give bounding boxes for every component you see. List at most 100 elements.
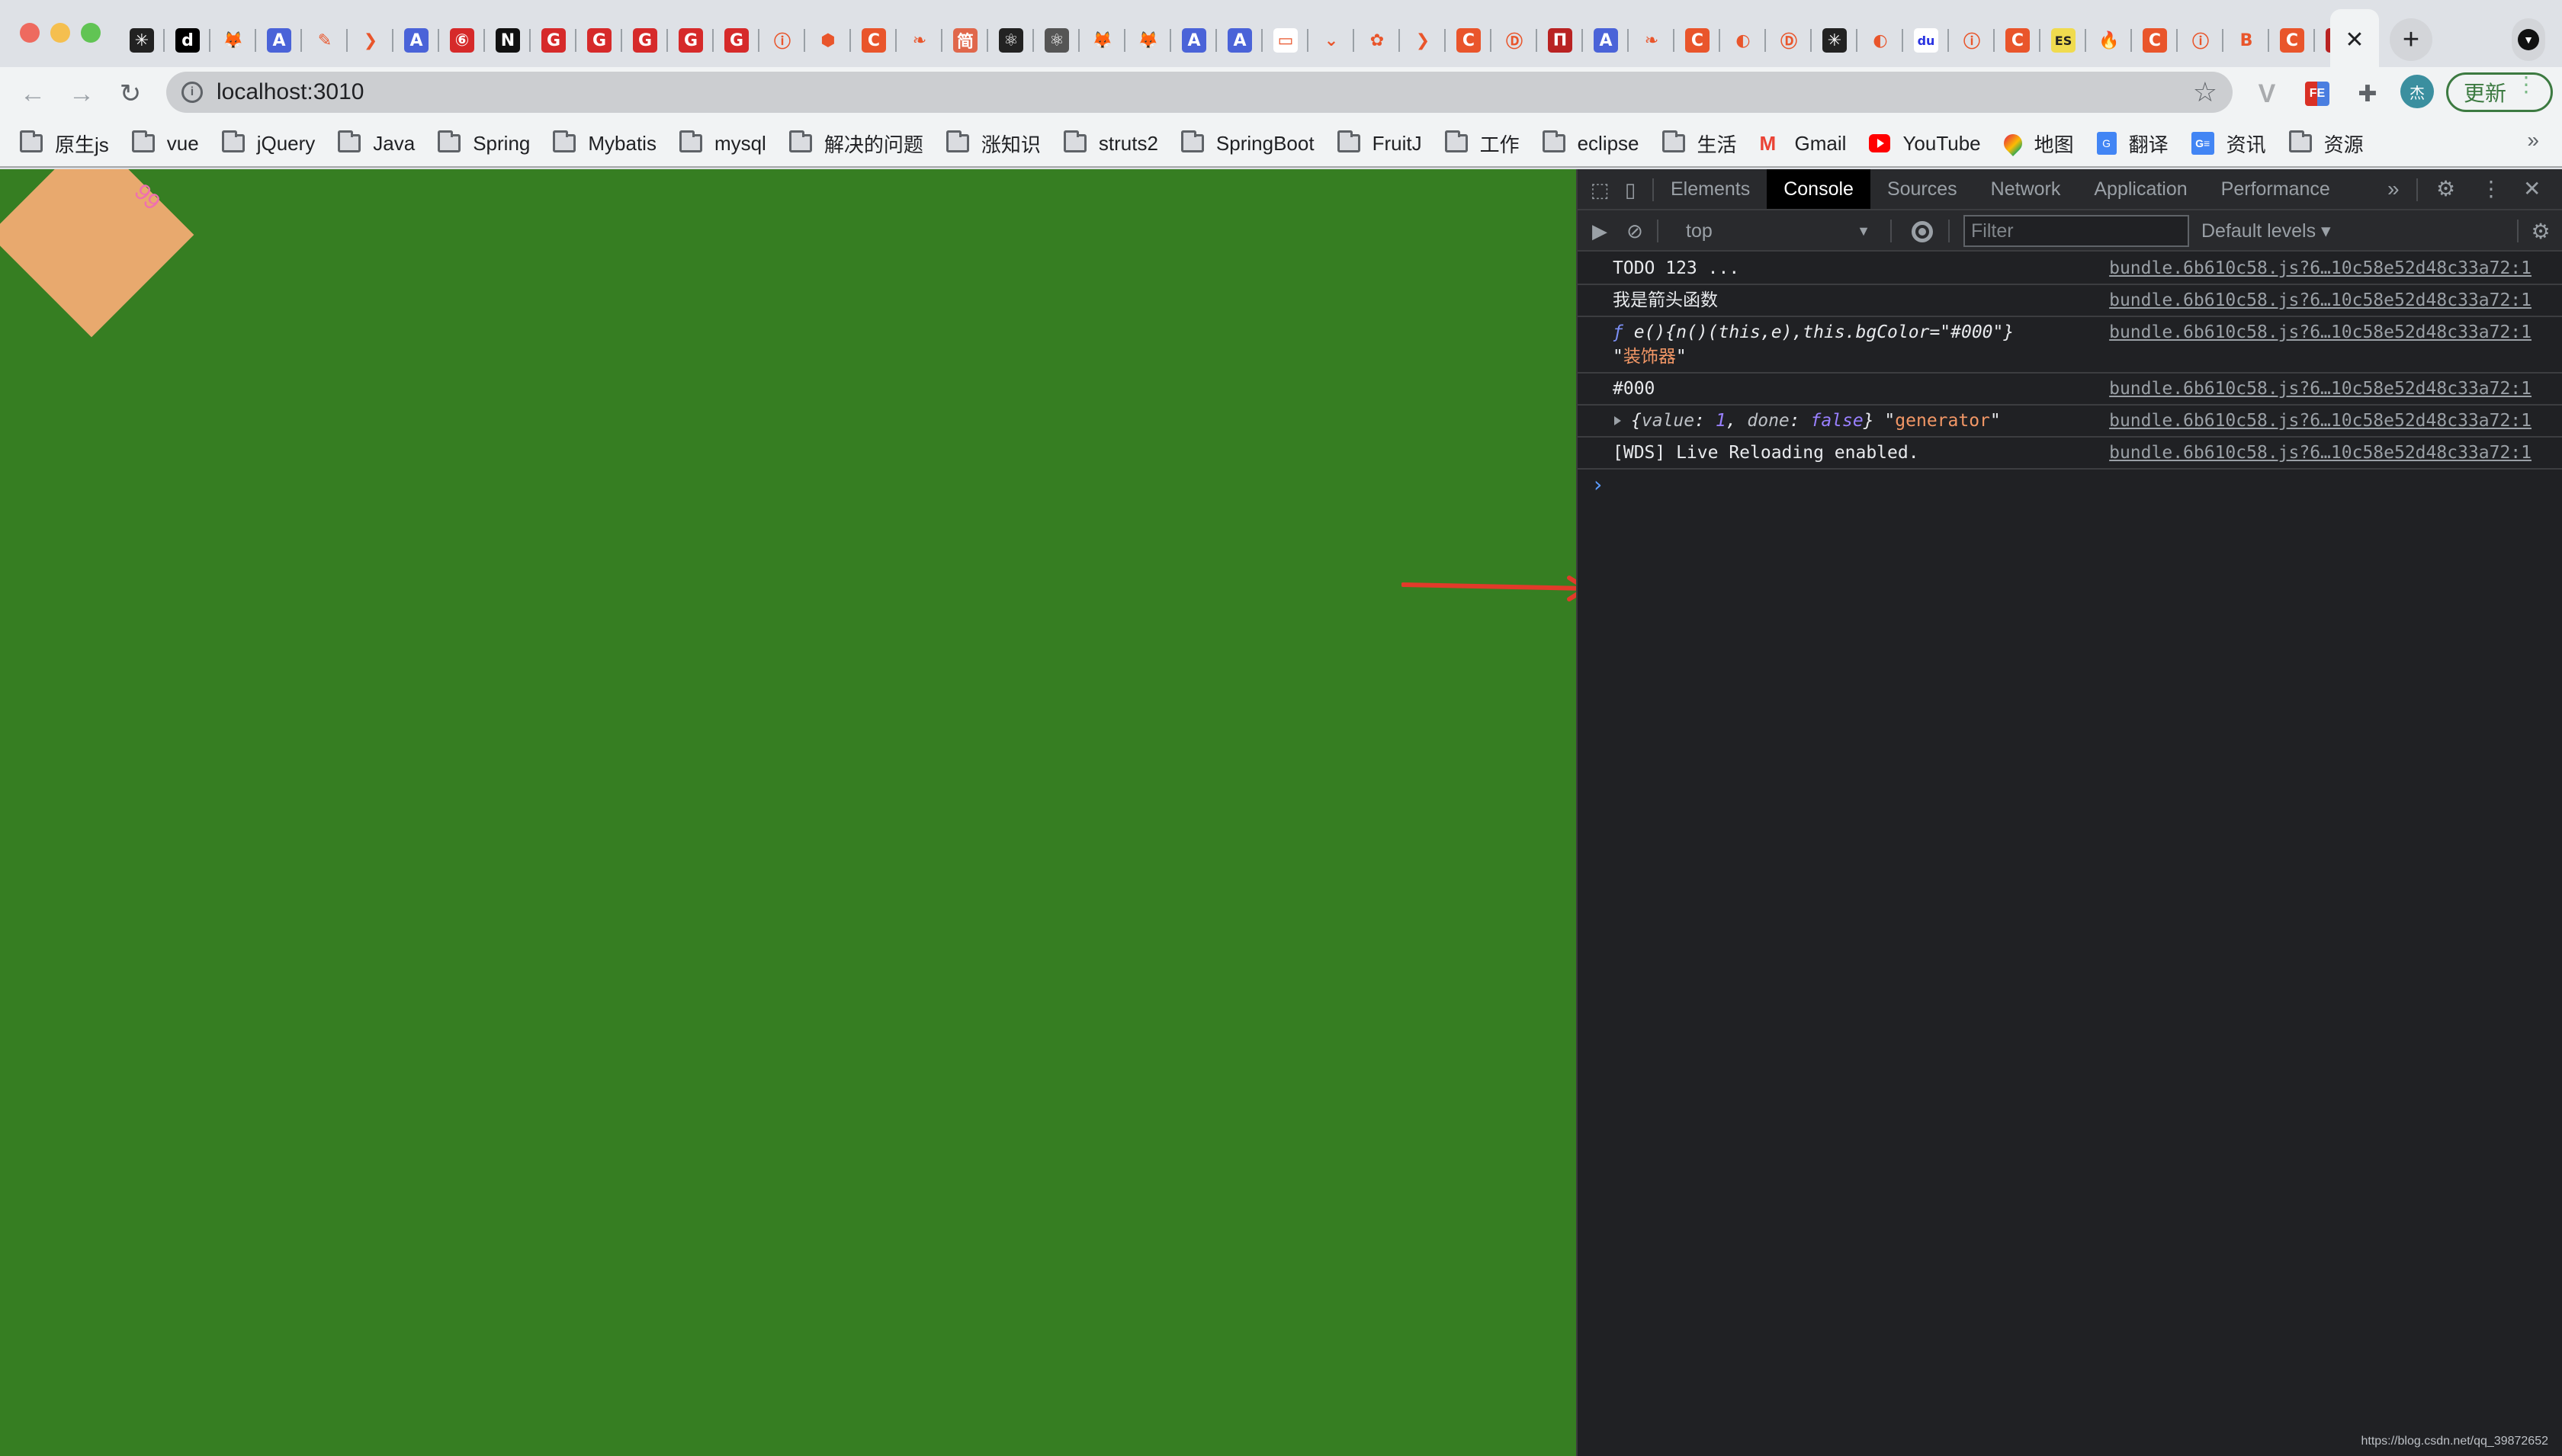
message-source-link[interactable]: bundle.6b610c58.js?6…10c58e52d48c33a72:1 <box>2109 441 2532 465</box>
browser-tab[interactable]: G <box>714 15 759 66</box>
live-expression-eye-icon[interactable] <box>1912 221 1933 242</box>
fe-helper-extension[interactable]: FE <box>2300 76 2335 111</box>
browser-tab[interactable]: A <box>393 15 439 66</box>
message-source-link[interactable]: bundle.6b610c58.js?6…10c58e52d48c33a72:1 <box>2109 256 2532 281</box>
browser-tab[interactable]: ⌄ <box>1308 15 1354 66</box>
bookmark-item[interactable]: 解决的问题 <box>788 130 923 158</box>
site-info-icon[interactable]: i <box>181 82 203 103</box>
browser-tab[interactable]: ⑥ <box>439 15 485 66</box>
new-tab-button[interactable]: + <box>2390 18 2432 61</box>
address-bar[interactable]: i localhost:3010 ☆ <box>166 72 2233 113</box>
console-settings-icon[interactable]: ⚙ <box>2529 220 2552 243</box>
browser-tab[interactable]: A <box>1217 15 1263 66</box>
show-sidebar-icon[interactable]: ▶ <box>1588 220 1611 242</box>
browser-tab[interactable]: 🔥 <box>2086 15 2132 66</box>
device-toolbar-icon[interactable]: ▯ <box>1619 178 1642 201</box>
inspect-element-icon[interactable]: ⬚ <box>1588 178 1611 201</box>
log-levels-dropdown[interactable]: Default levels ▾ <box>2201 210 2331 252</box>
browser-tab[interactable]: A <box>1583 15 1629 66</box>
bookmark-item[interactable]: mysql <box>679 130 766 156</box>
console-prompt[interactable]: › <box>1578 470 2562 500</box>
extensions-puzzle-icon[interactable]: ✚ <box>2350 76 2385 111</box>
active-tab[interactable]: ✕ <box>2330 9 2379 70</box>
profile-avatar[interactable]: 杰 <box>2400 75 2434 108</box>
bookmark-item[interactable]: Mybatis <box>553 130 657 156</box>
bookmark-item[interactable]: SpringBoot <box>1180 130 1315 156</box>
browser-tab[interactable]: ⓘ <box>2178 15 2223 66</box>
devtools-tab-performance[interactable]: Performance <box>2204 169 2347 209</box>
tab-search-button[interactable]: ▼ <box>2512 18 2545 61</box>
browser-tab[interactable]: G <box>531 15 576 66</box>
function-body[interactable]: e(){n()(this,e),this.bgColor="#000"} <box>1634 322 2015 342</box>
browser-tab[interactable]: Ⓓ <box>1766 15 1812 66</box>
console-filter-input[interactable] <box>1963 215 2189 247</box>
clear-console-icon[interactable]: ⊘ <box>1623 220 1646 242</box>
browser-tab[interactable]: 🦊 <box>210 15 256 66</box>
bookmark-item[interactable]: M Gmail <box>1760 132 1847 156</box>
message-source-link[interactable]: bundle.6b610c58.js?6…10c58e52d48c33a72:1 <box>2109 288 2532 313</box>
browser-tab[interactable]: ❧ <box>1629 15 1674 66</box>
bookmark-item[interactable]: 资源 <box>2288 130 2364 158</box>
browser-tab[interactable]: ⓘ <box>1949 15 1995 66</box>
browser-tab[interactable]: A <box>1171 15 1217 66</box>
window-close-button[interactable] <box>20 23 40 43</box>
browser-tab[interactable]: C <box>851 15 897 66</box>
devtools-tab-network[interactable]: Network <box>1974 169 2078 209</box>
devtools-tab-application[interactable]: Application <box>2077 169 2204 209</box>
url-text[interactable]: localhost:3010 <box>217 79 364 105</box>
message-source-link[interactable]: bundle.6b610c58.js?6…10c58e52d48c33a72:1 <box>2109 377 2532 401</box>
bookmark-item[interactable]: YouTube <box>1869 132 1981 156</box>
bookmark-item[interactable]: 涨知识 <box>946 130 1041 158</box>
devtools-menu-icon[interactable]: ⋮ <box>2480 169 2502 209</box>
browser-tab[interactable]: ◐ <box>1857 15 1903 66</box>
browser-tab[interactable]: ✳ <box>1812 15 1857 66</box>
execution-context-select[interactable]: top ▼ <box>1678 216 1875 245</box>
browser-tab[interactable]: N <box>485 15 531 66</box>
expand-triangle-icon[interactable] <box>1614 416 1621 425</box>
browser-tab[interactable]: ✿ <box>1354 15 1400 66</box>
browser-tab[interactable]: C <box>2269 15 2315 66</box>
devtools-tab-console[interactable]: Console <box>1767 169 1870 209</box>
bookmark-item[interactable]: 原生js <box>20 130 109 158</box>
browser-tab[interactable]: ❯ <box>348 15 393 66</box>
forward-button[interactable]: → <box>63 75 101 113</box>
browser-tab[interactable]: C <box>2132 15 2178 66</box>
browser-tab[interactable]: C <box>1446 15 1491 66</box>
browser-tab[interactable]: ES <box>2040 15 2086 66</box>
browser-tab[interactable]: Π <box>1537 15 1583 66</box>
bookmark-item[interactable]: eclipse <box>1542 130 1639 156</box>
browser-tab[interactable]: G <box>576 15 622 66</box>
browser-tab[interactable]: C <box>1674 15 1720 66</box>
browser-tab[interactable]: 🦊 <box>1125 15 1171 66</box>
devtools-tab-elements[interactable]: Elements <box>1654 169 1767 209</box>
browser-tab[interactable]: ✳ <box>119 15 165 66</box>
browser-tab[interactable]: ⚛ <box>988 15 1034 66</box>
chrome-menu-icon[interactable]: ⋮ <box>2515 74 2537 95</box>
window-minimize-button[interactable] <box>50 23 70 43</box>
browser-tab[interactable]: ▭ <box>1263 15 1308 66</box>
browser-tab[interactable]: ✎ <box>302 15 348 66</box>
window-zoom-button[interactable] <box>81 23 101 43</box>
bookmark-item[interactable]: 地图 <box>1999 130 2074 158</box>
bookmark-item[interactable]: jQuery <box>221 130 315 156</box>
devtools-tab-sources[interactable]: Sources <box>1870 169 1974 209</box>
bookmark-item[interactable]: vue <box>131 130 199 156</box>
browser-tab[interactable]: 🦊 <box>1080 15 1125 66</box>
object-preview[interactable]: {value: 1, done: false} <box>1631 411 1874 431</box>
browser-tab[interactable]: Ⓓ <box>1491 15 1537 66</box>
browser-tab[interactable]: ⬢ <box>805 15 851 66</box>
bookmark-item[interactable]: G 翻译 <box>2096 130 2169 158</box>
bookmark-item[interactable]: G≡ 资讯 <box>2191 130 2266 158</box>
more-panels-button[interactable]: » <box>2387 169 2400 209</box>
close-tab-icon[interactable]: ✕ <box>2345 27 2364 53</box>
bookmark-item[interactable]: 工作 <box>1444 130 1520 158</box>
browser-tab[interactable]: B <box>2223 15 2269 66</box>
browser-tab[interactable]: G <box>668 15 714 66</box>
browser-tab[interactable]: A <box>256 15 302 66</box>
devtools-settings-icon[interactable]: ⚙ <box>2436 169 2455 209</box>
bookmark-item[interactable]: Spring <box>438 130 530 156</box>
reload-button[interactable]: ↻ <box>111 75 149 113</box>
vue-devtools-extension-icon[interactable]: V <box>2249 76 2284 111</box>
bookmark-star-icon[interactable]: ☆ <box>2193 76 2217 108</box>
browser-tab[interactable]: ❯ <box>1400 15 1446 66</box>
